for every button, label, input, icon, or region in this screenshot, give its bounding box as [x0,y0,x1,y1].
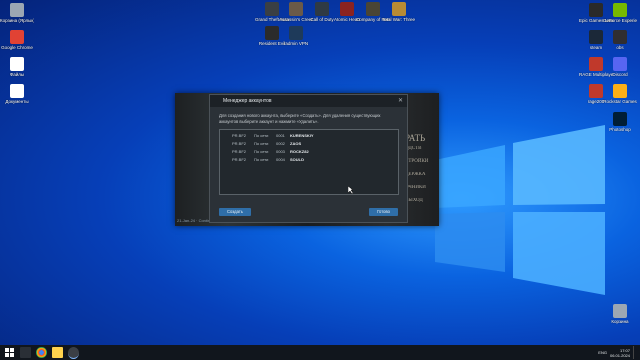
desktop-icon-right-1[interactable]: GeForce Experience [603,3,637,23]
desktop-icon-top-5-label: Total War: Three K. [382,17,416,22]
desktop-icon-top-0-icon [265,2,279,16]
desktop-icon-right-0-icon [589,3,603,17]
desktop-icon-left-3-label: Документы [5,99,29,104]
clock[interactable]: 17:07 06.01.2024 [610,348,630,358]
desktop-icon-right-5-label: Discord [612,72,628,77]
desktop-icon-right-3[interactable]: obs [603,30,637,50]
desktop-icon-right-8-label: Photoshop [609,127,631,132]
desktop-icon-top-1-icon [289,2,303,16]
account-c1: PR.BF2 [232,149,247,154]
desktop-icon-right-9-label: Корзина [611,319,629,324]
desktop-icon-right-4-icon [589,57,603,71]
desktop-icon-left-1[interactable]: Google Chrome [0,30,34,50]
taskbar: ENG 17:07 06.01.2024 [0,345,640,360]
launcher-menu-item[interactable]: ДЕРЖКА [405,172,426,177]
desktop-icon-right-8-icon [613,112,627,126]
desktop-icon-right-6-icon [589,84,603,98]
desktop-icon-left-0[interactable]: Корзина (Ярлык) [0,3,34,23]
account-name: ROCKZ82 [290,149,309,154]
desktop-icon-top-5-icon [392,2,406,16]
desktop-icon-right-2-icon [589,30,603,44]
desktop-icon-top-5[interactable]: Total War: Three K. [382,2,416,22]
launcher-menu-item[interactable]: ОЧНИКИ [405,185,426,190]
done-button[interactable]: Готово [369,208,398,216]
desktop-icon-left-3[interactable]: Документы [0,84,34,104]
account-row[interactable]: PR.BF2 По сети 0003 ROCKZ82 [220,148,398,156]
accounts-list[interactable]: PR.BF2 По сети 0001 KURENSKIY PR.BF2 По сети 0… [219,129,399,195]
desktop-icon-left-3-icon [10,84,24,98]
account-name: KURENSKIY [290,133,314,138]
account-c2: По сети [254,133,269,138]
desktop-icon-right-9[interactable]: Корзина [603,304,637,324]
desktop-icon-left-0-label: Корзина (Ярлык) [0,18,34,23]
account-c3: 0002 [276,141,285,146]
launcher-menu-item[interactable]: РАТЬ [405,133,425,143]
desktop-icon-left-1-label: Google Chrome [1,45,33,50]
desktop-icon-top-7[interactable]: radmin VPN [279,26,313,46]
desktop-icon-right-1-icon [613,3,627,17]
desktop-icon-top-4-icon [366,2,380,16]
account-c3: 0003 [276,149,285,154]
account-c2: По сети [254,157,269,162]
file-explorer-icon[interactable] [52,347,63,358]
desktop-icon-right-9-icon [613,304,627,318]
account-row[interactable]: PR.BF2 По сети 0001 KURENSKIY [220,132,398,140]
desktop-icon-left-2[interactable]: Файлы [0,57,34,77]
desktop-icon-top-7-label: radmin VPN [283,41,309,46]
account-c2: По сети [254,149,269,154]
account-c2: По сети [254,141,269,146]
desktop-icon-top-2-icon [315,2,329,16]
dialog-description: Для создания нового аккаунта, выберите «… [219,113,381,124]
desktop-icon-left-2-icon [10,57,24,71]
account-manager-dialog: Менеджер аккаунтов ✕ Для создания нового… [209,94,408,223]
desktop-icon-right-7-icon [613,84,627,98]
dialog-title-bar: Менеджер аккаунтов ✕ [210,95,407,107]
account-c1: PR.BF2 [232,157,247,162]
account-row[interactable]: PR.BF2 По сети 0002 ZAOS [220,140,398,148]
game-launcher-taskbar-icon[interactable] [68,347,79,359]
desktop-icon-right-3-label: obs [616,45,624,50]
desktop-icon-top-6-icon [265,26,279,40]
close-icon[interactable]: ✕ [398,95,403,107]
create-account-button[interactable]: Создать [219,208,251,216]
chrome-taskbar-icon[interactable] [36,347,47,358]
search-icon[interactable] [20,347,31,358]
launcher-menu-item[interactable]: СТРОЙКИ [405,159,428,164]
desktop-icon-top-7-icon [289,26,303,40]
desktop-icon-right-3-icon [613,30,627,44]
desktop-icon-left-1-icon [10,30,24,44]
show-desktop-button[interactable] [633,346,634,359]
desktop-icon-right-8[interactable]: Photoshop [603,112,637,132]
account-name: ZAOS [290,141,302,146]
desktop-icon-left-2-label: Файлы [9,72,25,77]
desktop-icon-right-1-label: GeForce Experience [603,18,637,23]
language-indicator[interactable]: ENG [598,350,607,355]
mouse-cursor-icon [348,186,353,194]
account-c1: PR.BF2 [232,133,247,138]
account-c1: PR.BF2 [232,141,247,146]
desktop-icon-top-3-icon [340,2,354,16]
account-row[interactable]: PR.BF2 По сети 0004 SOULD [220,156,398,164]
desktop-icon-right-5-icon [613,57,627,71]
desktop-icon-right-7[interactable]: Rockstar Games [603,84,637,104]
account-name: SOULD [290,157,304,162]
dialog-title: Менеджер аккаунтов [223,98,272,104]
start-button-icon[interactable] [4,347,15,358]
system-tray: ENG 17:07 06.01.2024 [598,345,634,360]
account-c3: 0004 [276,157,285,162]
desktop-icon-left-0-icon [10,3,24,17]
account-c3: 0001 [276,133,285,138]
desktop-icon-right-5[interactable]: Discord [603,57,637,77]
desktop-icon-right-7-label: Rockstar Games [603,99,637,104]
